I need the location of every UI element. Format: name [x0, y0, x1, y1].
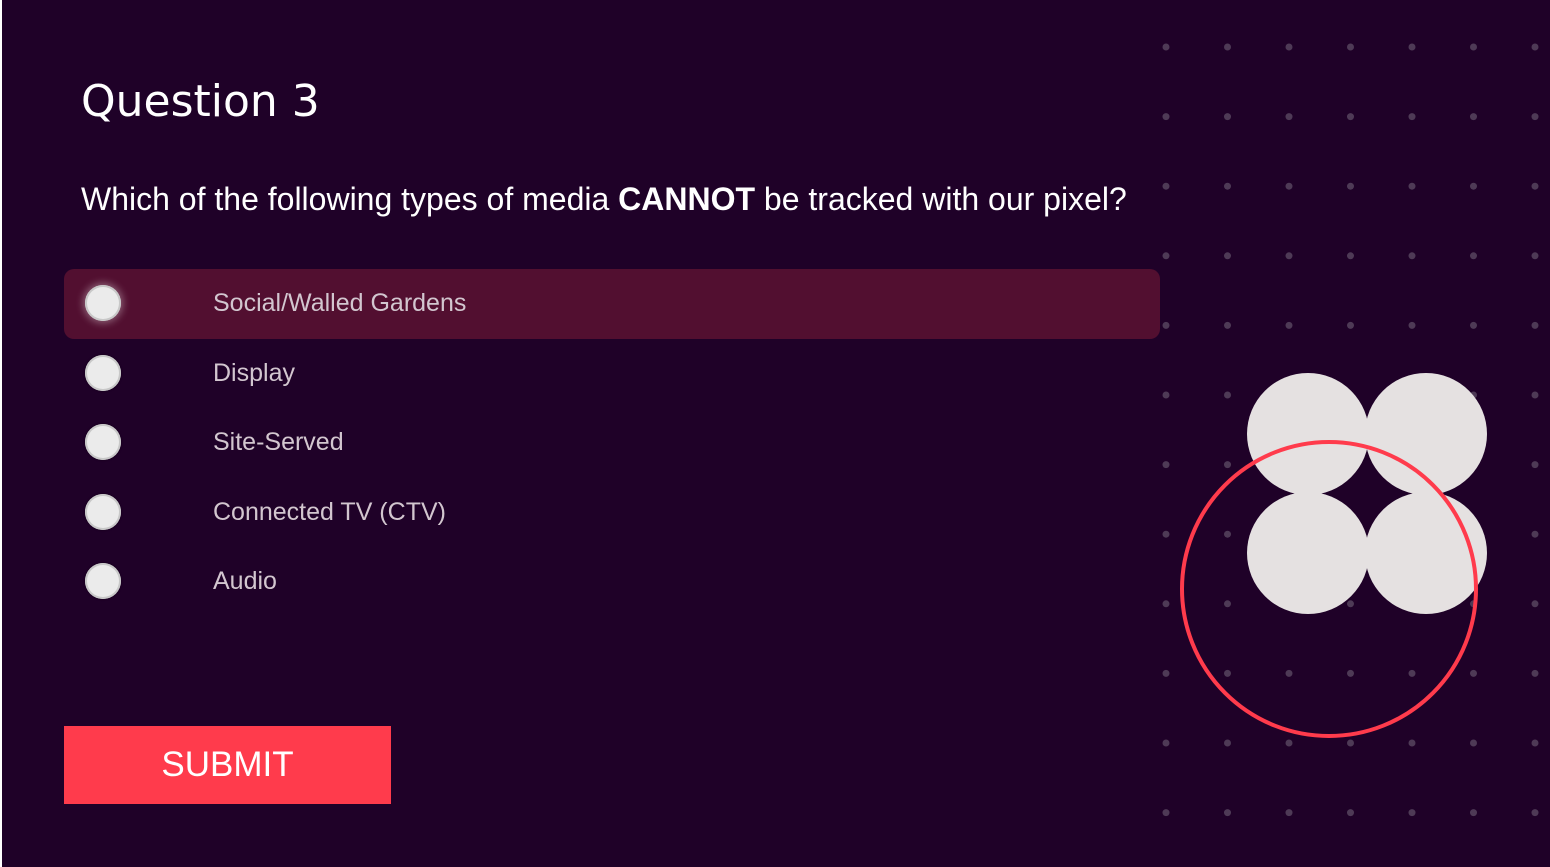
grid-dot [1285, 809, 1293, 817]
grid-dot [1224, 252, 1231, 260]
grid-dot [1347, 113, 1354, 121]
grid-dot [1531, 182, 1539, 190]
option-label: Site-Served [213, 428, 344, 456]
radio-button[interactable] [85, 424, 121, 460]
grid-dot [1470, 809, 1477, 817]
grid-dot [1347, 182, 1354, 190]
grid-dot [1162, 669, 1170, 677]
circle-bottom-right [1365, 492, 1487, 614]
grid-dot [1347, 252, 1354, 260]
option-label: Audio [213, 567, 277, 595]
grid-dot [1408, 809, 1416, 817]
option-site-served[interactable]: Site-Served [64, 408, 1160, 478]
grid-dot [1162, 113, 1170, 121]
question-prompt: Which of the following types of media CA… [81, 180, 1141, 218]
grid-dot [1347, 43, 1354, 51]
grid-dot [1408, 321, 1416, 329]
grid-dot [1347, 321, 1354, 329]
grid-dot [1531, 809, 1539, 817]
question-title: Question 3 [81, 76, 320, 127]
grid-dot [1470, 182, 1477, 190]
grid-dot [1531, 391, 1539, 399]
circle-bottom-left [1247, 492, 1369, 614]
submit-button[interactable]: SUBMIT [64, 726, 391, 804]
grid-dot [1470, 113, 1477, 121]
grid-dot [1285, 43, 1293, 51]
grid-dot [1162, 809, 1170, 817]
option-display[interactable]: Display [64, 339, 1160, 409]
brand-circles-graphic [1180, 373, 1487, 738]
grid-dot [1224, 321, 1231, 329]
option-label: Social/Walled Gardens [213, 289, 467, 317]
grid-dot [1162, 252, 1170, 260]
grid-dot [1162, 461, 1170, 469]
option-label: Display [213, 358, 295, 387]
grid-dot [1531, 113, 1539, 121]
option-connected-tv[interactable]: Connected TV (CTV) [64, 478, 1160, 548]
radio-button[interactable] [85, 354, 121, 391]
grid-dot [1531, 739, 1539, 747]
grid-dot [1408, 113, 1416, 121]
grid-dot [1531, 669, 1539, 677]
quiz-slide: Question 3 Which of the following types … [2, 0, 1550, 867]
grid-dot [1285, 182, 1293, 190]
grid-dot [1531, 600, 1539, 608]
grid-dot [1347, 809, 1354, 817]
grid-dot [1531, 252, 1539, 260]
grid-dot [1285, 113, 1293, 121]
grid-dot [1162, 530, 1170, 538]
grid-dot [1162, 739, 1170, 747]
grid-dot [1162, 182, 1170, 190]
grid-dot [1224, 182, 1231, 190]
grid-dot [1224, 43, 1231, 51]
circle-top-left [1247, 373, 1369, 495]
grid-dot [1224, 809, 1231, 817]
radio-button[interactable] [85, 563, 121, 599]
grid-dot [1162, 600, 1170, 608]
radio-button[interactable] [85, 285, 121, 321]
grid-dot [1408, 182, 1416, 190]
grid-dot [1162, 321, 1170, 329]
grid-dot [1470, 321, 1477, 329]
grid-dot [1470, 252, 1477, 260]
grid-dot [1470, 43, 1477, 51]
grid-dot [1531, 530, 1539, 538]
grid-dot [1531, 461, 1539, 469]
option-label: Connected TV (CTV) [213, 497, 446, 526]
option-audio[interactable]: Audio [64, 547, 1160, 617]
prompt-text-start: Which of the following types of media [81, 181, 619, 217]
prompt-text-end: be tracked with our pixel? [755, 181, 1127, 217]
grid-dot [1162, 391, 1170, 399]
grid-dot [1162, 43, 1170, 51]
grid-dot [1285, 321, 1293, 329]
grid-dot [1531, 43, 1539, 51]
option-social-walled-gardens[interactable]: Social/Walled Gardens [64, 269, 1160, 339]
answer-options: Social/Walled Gardens Display Site-Serve… [64, 269, 1160, 617]
prompt-emphasis: CANNOT [618, 181, 756, 217]
grid-dot [1408, 43, 1416, 51]
radio-button[interactable] [85, 493, 121, 530]
grid-dot [1408, 252, 1416, 260]
grid-dot [1531, 321, 1539, 329]
grid-dot [1285, 252, 1293, 260]
grid-dot [1224, 113, 1231, 121]
